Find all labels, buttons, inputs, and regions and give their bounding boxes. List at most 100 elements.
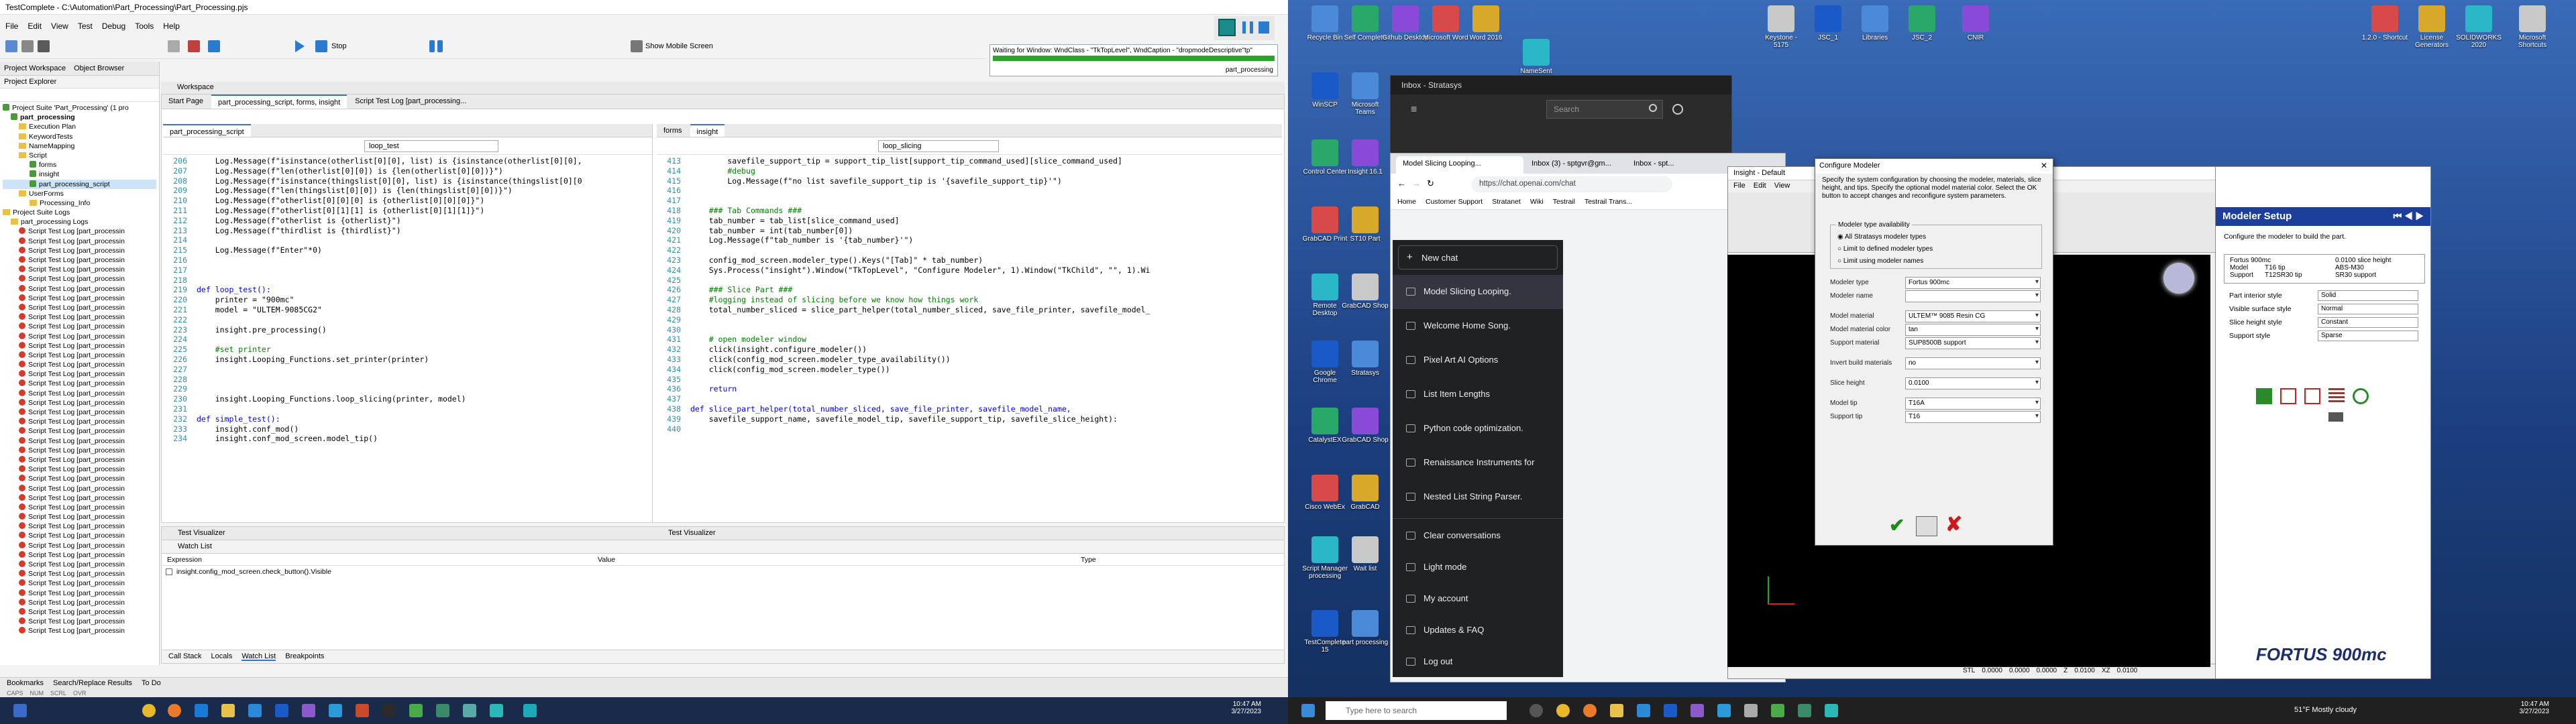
routine-dropdown[interactable]: loop_test bbox=[364, 140, 498, 152]
desktop-icon[interactable]: Keystone - 5175 bbox=[1758, 5, 1805, 49]
code-line[interactable]: 232 def simple_test(): bbox=[163, 414, 652, 424]
ms-field-select[interactable]: Solid bbox=[2318, 290, 2418, 301]
reload-icon[interactable]: ↻ bbox=[1427, 178, 1434, 189]
cfg-field-select[interactable]: no bbox=[1905, 357, 2041, 369]
tab-forms[interactable]: forms bbox=[657, 124, 689, 137]
code-line[interactable]: 428 total_number_sliced = slice_part_hel… bbox=[657, 305, 1282, 315]
code-line[interactable]: 225 #set printer bbox=[163, 345, 652, 355]
log-item[interactable]: Script Test Log [part_processin bbox=[19, 560, 156, 569]
tree-item[interactable]: NameMapping bbox=[3, 141, 156, 151]
tree-item[interactable]: Processing_Info bbox=[3, 198, 156, 208]
tab-watch-list[interactable]: Watch List bbox=[241, 652, 276, 661]
log-item[interactable]: Script Test Log [part_processin bbox=[19, 503, 156, 512]
menu-file[interactable]: File bbox=[1733, 182, 1746, 191]
code-line[interactable]: 438 def slice_part_helper(total_number_sl… bbox=[657, 404, 1282, 414]
new-icon[interactable] bbox=[5, 40, 17, 52]
code-line[interactable]: 427 #logging instead of slicing before w… bbox=[657, 295, 1282, 305]
log-item[interactable]: Script Test Log [part_processin bbox=[19, 607, 156, 617]
code-line[interactable]: 215 Log.Message(f"Enter"*0) bbox=[163, 245, 652, 255]
code-line[interactable]: 426 ### Slice Part ### bbox=[657, 285, 1282, 295]
code-line[interactable]: 218 bbox=[163, 276, 652, 286]
log-item[interactable]: Script Test Log [part_processin bbox=[19, 626, 156, 636]
desktop-icon[interactable]: 1.2.0 - Shortcut bbox=[2361, 5, 2408, 42]
tree-item[interactable]: insight bbox=[3, 170, 156, 179]
log-item[interactable]: Script Test Log [part_processin bbox=[19, 379, 156, 388]
tab-object-browser[interactable]: Object Browser bbox=[74, 64, 124, 72]
tab-model-slicing[interactable]: Model Slicing Looping... bbox=[1396, 156, 1523, 174]
log-item[interactable]: Script Test Log [part_processin bbox=[19, 426, 156, 436]
tab-call-stack[interactable]: Call Stack bbox=[168, 652, 202, 661]
word-icon[interactable] bbox=[275, 704, 288, 717]
desktop-icon[interactable]: ST10 Part bbox=[1342, 206, 1389, 243]
cfg-field-select[interactable]: T16A bbox=[1905, 398, 2041, 410]
chat-item[interactable]: Python code optimization. bbox=[1393, 412, 1563, 446]
chat-footer-item[interactable]: Log out bbox=[1393, 645, 1563, 676]
chat-item[interactable]: List Item Lengths bbox=[1393, 377, 1563, 412]
teams-icon[interactable] bbox=[302, 704, 315, 717]
desktop-icon[interactable]: Word 2016 bbox=[1462, 5, 1509, 42]
menu-test[interactable]: Test bbox=[78, 21, 93, 31]
print-icon[interactable] bbox=[2328, 412, 2343, 422]
tree-item[interactable]: Script bbox=[3, 151, 156, 160]
code-line[interactable]: 228 bbox=[163, 375, 652, 385]
log-item[interactable]: Script Test Log [part_processin bbox=[19, 512, 156, 522]
tab-inbox-gmail[interactable]: Inbox (3) - sptgvr@gm... bbox=[1525, 156, 1625, 174]
vscode-icon[interactable] bbox=[248, 704, 262, 717]
log-item[interactable]: Script Test Log [part_processin bbox=[19, 255, 156, 265]
tab-locals[interactable]: Locals bbox=[211, 652, 233, 661]
insight-icon[interactable] bbox=[1798, 704, 1811, 717]
code-line[interactable]: 217 bbox=[163, 265, 652, 276]
log-item[interactable]: Script Test Log [part_processin bbox=[19, 389, 156, 398]
log-item[interactable]: Script Test Log [part_processin bbox=[19, 474, 156, 483]
app-icon[interactable] bbox=[1717, 704, 1731, 717]
chrome-icon[interactable] bbox=[142, 704, 156, 717]
desktop-icon[interactable]: Microsoft Teams bbox=[1342, 72, 1389, 116]
log-item[interactable]: Script Test Log [part_processin bbox=[19, 484, 156, 493]
right-code[interactable]: 413 savefile_support_tip = support_tip_l… bbox=[657, 155, 1282, 434]
task-view-icon[interactable] bbox=[1529, 704, 1543, 717]
menu-edit[interactable]: Edit bbox=[1754, 182, 1766, 191]
tree-item[interactable]: part_processing_script bbox=[3, 179, 156, 189]
code-line[interactable]: 440 bbox=[657, 424, 1282, 434]
tree-item[interactable]: part_processing Logs bbox=[3, 217, 156, 227]
tab-breakpoints[interactable]: Breakpoints bbox=[285, 652, 324, 661]
refresh-icon[interactable] bbox=[1672, 104, 1683, 115]
code-line[interactable]: 432 click(insight.configure_modeler()) bbox=[657, 345, 1282, 355]
explorer-icon[interactable] bbox=[221, 704, 235, 717]
log-item[interactable]: Script Test Log [part_processin bbox=[19, 227, 156, 236]
tab-project-workspace[interactable]: Project Workspace bbox=[4, 64, 66, 72]
log-item[interactable]: Script Test Log [part_processin bbox=[19, 265, 156, 274]
left-code[interactable]: 206 Log.Message(f"isinstance(otherlist[0… bbox=[163, 155, 652, 444]
chat-item[interactable]: Renaissance Instruments for bbox=[1393, 446, 1563, 480]
new-chat-button[interactable]: + New chat bbox=[1398, 245, 1558, 269]
chat-footer-item[interactable]: Updates & FAQ bbox=[1393, 613, 1563, 645]
desktop-icon[interactable]: GrabCAD Shop bbox=[1342, 274, 1389, 310]
code-line[interactable]: 417 bbox=[657, 196, 1282, 206]
bookmark-testrail-trans[interactable]: Testrail Trans... bbox=[1585, 198, 1632, 206]
insight-icon[interactable] bbox=[436, 704, 449, 717]
clock-right[interactable]: 10:47 AM 3/27/2023 bbox=[2520, 701, 2550, 715]
log-item[interactable]: Script Test Log [part_processin bbox=[19, 360, 156, 369]
code-line[interactable]: 219 def loop_test(): bbox=[163, 285, 652, 295]
pause-icon[interactable] bbox=[429, 40, 435, 52]
chat-item[interactable]: Model Slicing Looping. bbox=[1393, 275, 1563, 309]
mail-icon[interactable] bbox=[195, 704, 208, 717]
cfg-field-select[interactable]: SUP8500B support bbox=[1905, 337, 2041, 349]
chat-item[interactable]: Nested List String Parser. bbox=[1393, 480, 1563, 514]
tree-item[interactable]: KeywordTests bbox=[3, 132, 156, 141]
support-icon[interactable] bbox=[2280, 388, 2296, 404]
radio-all[interactable]: ◉ All Stratasys modeler types bbox=[1837, 233, 1926, 241]
windows-start-icon[interactable] bbox=[1301, 704, 1315, 717]
url-input[interactable]: https://chat.openai.com/chat bbox=[1471, 176, 1672, 192]
bookmark-wiki[interactable]: Wiki bbox=[1530, 198, 1544, 206]
code-line[interactable]: 210 Log.Message(f"otherlist[0][0][0] is … bbox=[163, 196, 652, 206]
chat-footer-item[interactable]: My account bbox=[1393, 582, 1563, 613]
log-item[interactable]: Script Test Log [part_processin bbox=[19, 465, 156, 474]
weather-text[interactable]: 51°F Mostly cloudy bbox=[2294, 706, 2357, 714]
watch-row[interactable]: insight.config_mod_screen.check_button()… bbox=[162, 566, 1284, 578]
tree-item[interactable]: Project Suite 'Part_Processing' (1 pro bbox=[3, 103, 156, 113]
code-line[interactable]: 414 #debug bbox=[657, 166, 1282, 176]
firefox-icon[interactable] bbox=[1583, 704, 1597, 717]
log-item[interactable]: Script Test Log [part_processin bbox=[19, 303, 156, 312]
tree-item[interactable]: Execution Plan bbox=[3, 122, 156, 131]
